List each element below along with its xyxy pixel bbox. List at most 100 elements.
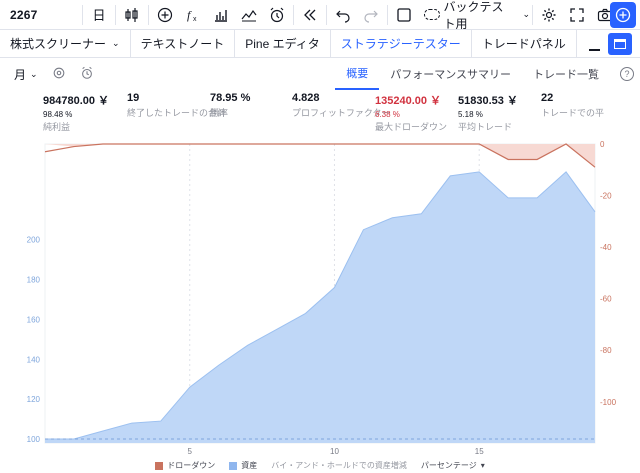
cloud-icon bbox=[424, 9, 440, 20]
legend-label: ドローダウン bbox=[167, 461, 216, 470]
tab-label: トレードパネル bbox=[481, 37, 566, 51]
stat-value: 135240.00 ￥ bbox=[375, 95, 442, 107]
bottom-panel-tabs: 株式スクリーナー ⌄ テキストノート Pine エディタ ストラテジーテスター … bbox=[0, 29, 640, 58]
square-icon[interactable] bbox=[390, 0, 418, 30]
legend-item-buy-hold[interactable]: バイ・アンド・ホールドでの資産増減 bbox=[271, 460, 407, 471]
divider bbox=[326, 4, 327, 25]
x-axis-tick: 10 bbox=[330, 447, 339, 456]
scale-label: パーセンテージ bbox=[420, 461, 477, 470]
layout-dropdown[interactable]: バックテスト用 ⌄ bbox=[418, 0, 530, 31]
stat-value: 984780.00 ￥ bbox=[43, 95, 110, 107]
divider bbox=[387, 4, 388, 25]
stat-percent: 5.18 % bbox=[458, 110, 483, 119]
divider bbox=[532, 4, 533, 25]
rewind-icon[interactable] bbox=[296, 0, 324, 30]
right-axis-tick: 0 bbox=[600, 140, 605, 149]
deep-backtest-icon[interactable] bbox=[80, 66, 94, 83]
stat-label: 純利益 bbox=[43, 122, 71, 132]
tab-trading-panel[interactable]: トレードパネル bbox=[472, 29, 577, 58]
right-axis-tick: -60 bbox=[600, 295, 612, 304]
svg-text:x: x bbox=[193, 16, 197, 23]
equity-chart[interactable]: 100 120 140 160 180 200 0 -20 -40 -60 -80 -100 5 10 15 bbox=[0, 138, 640, 458]
scale-selector[interactable]: パーセンテージ ▾ bbox=[421, 460, 485, 471]
left-axis-tick: 100 bbox=[27, 435, 41, 444]
divider bbox=[115, 4, 116, 25]
chart-legend: ドローダウン 資産 バイ・アンド・ホールドでの資産増減 パーセンテージ ▾ bbox=[0, 458, 640, 473]
fullscreen-icon[interactable] bbox=[563, 0, 591, 30]
x-axis-tick: 15 bbox=[475, 447, 484, 456]
stats-row: 984780.00 ￥ 98.48 % 純利益 19 終了したトレードの合計 7… bbox=[0, 92, 640, 136]
help-icon[interactable]: ? bbox=[620, 67, 634, 81]
stat-win-rate: 78.95 % 勝率 bbox=[210, 92, 250, 119]
stat-label: トレードでの平 bbox=[541, 108, 605, 118]
left-axis-tick: 120 bbox=[27, 395, 41, 404]
stat-label: 勝率 bbox=[210, 108, 229, 118]
interval-button[interactable]: 日 bbox=[85, 0, 113, 30]
right-axis-tick: -80 bbox=[600, 346, 612, 355]
stat-value: 22 bbox=[541, 92, 554, 104]
tab-trade-list[interactable]: トレード一覧 bbox=[522, 58, 610, 90]
stat-label: 平均トレード bbox=[458, 122, 513, 132]
tab-performance-summary[interactable]: パフォーマンスサマリー bbox=[379, 58, 522, 90]
tab-label: テキストノート bbox=[140, 37, 225, 51]
legend-swatch bbox=[155, 461, 164, 470]
period-label: 月 bbox=[14, 67, 27, 82]
stat-value: 78.95 % bbox=[210, 92, 251, 104]
legend-label: バイ・アンド・ホールドでの資産増減 bbox=[271, 461, 407, 470]
legend-swatch bbox=[229, 461, 238, 470]
svg-text:f: f bbox=[187, 8, 192, 22]
layout-label: バックテスト用 bbox=[443, 0, 504, 31]
symbol-label[interactable]: 2267 bbox=[0, 8, 80, 22]
legend-item-equity[interactable]: 資産 bbox=[229, 460, 257, 471]
right-axis-tick: -20 bbox=[600, 192, 612, 201]
stat-avg-bars: 22 トレードでの平 bbox=[541, 92, 640, 119]
stat-net-profit: 984780.00 ￥ 98.48 % 純利益 bbox=[43, 92, 109, 133]
tester-tabs: 概要 パフォーマンスサマリー トレード一覧 bbox=[335, 58, 610, 90]
tab-label: Pine エディタ bbox=[245, 37, 320, 51]
stat-percent: 98.48 % bbox=[43, 110, 73, 119]
divider bbox=[293, 4, 294, 25]
legend-label: 資産 bbox=[241, 461, 258, 470]
tab-label: 株式スクリーナー bbox=[10, 37, 107, 51]
left-axis-tick: 180 bbox=[27, 276, 41, 285]
stat-percent: 6.38 % bbox=[375, 110, 400, 119]
divider bbox=[148, 4, 149, 25]
settings-icon[interactable] bbox=[52, 66, 66, 83]
divider bbox=[82, 4, 83, 25]
alarm-icon[interactable] bbox=[263, 0, 291, 30]
chevron-down-icon: ⌄ bbox=[112, 38, 120, 48]
fx-icon[interactable]: fx bbox=[179, 0, 207, 30]
tab-strategy-tester[interactable]: ストラテジーテスター bbox=[331, 29, 472, 58]
stat-max-drawdown: 135240.00 ￥ 6.38 % 最大ドローダウン bbox=[375, 92, 447, 133]
maximize-icon[interactable] bbox=[608, 33, 632, 55]
left-axis-tick: 200 bbox=[27, 236, 41, 245]
right-axis-tick: -40 bbox=[600, 243, 612, 252]
stat-value: 51830.53 ￥ bbox=[458, 95, 518, 107]
redo-icon[interactable] bbox=[357, 0, 385, 30]
indicator-icon[interactable] bbox=[235, 0, 263, 30]
add-icon[interactable] bbox=[610, 2, 636, 28]
x-axis-tick: 5 bbox=[188, 447, 193, 456]
chevron-down-icon: ⌄ bbox=[522, 9, 530, 19]
gear-icon[interactable] bbox=[535, 0, 563, 30]
chart-bars-icon[interactable] bbox=[207, 0, 235, 30]
tab-stock-screener[interactable]: 株式スクリーナー ⌄ bbox=[0, 29, 131, 58]
minimize-icon[interactable] bbox=[586, 34, 602, 54]
bar-style-icon[interactable] bbox=[118, 0, 146, 30]
right-axis-tick: -100 bbox=[600, 398, 617, 407]
top-toolbar: 2267 日 fx バックテスト用 ⌄ bbox=[0, 0, 640, 31]
chevron-down-icon: ⌄ bbox=[30, 68, 38, 79]
strategy-tester-header: 月 ⌄ 概要 パフォーマンスサマリー トレード一覧 ? bbox=[0, 58, 640, 90]
plus-circle-icon[interactable] bbox=[151, 0, 179, 30]
undo-icon[interactable] bbox=[329, 0, 357, 30]
tab-label: ストラテジーテスター bbox=[340, 37, 461, 51]
tab-pine-editor[interactable]: Pine エディタ bbox=[235, 29, 331, 58]
tab-text-notes[interactable]: テキストノート bbox=[131, 29, 236, 58]
stat-avg-trade: 51830.53 ￥ 5.18 % 平均トレード bbox=[458, 92, 518, 133]
stat-label: 最大ドローダウン bbox=[375, 122, 448, 132]
period-dropdown[interactable]: 月 ⌄ bbox=[14, 66, 38, 83]
legend-item-drawdown[interactable]: ドローダウン bbox=[155, 460, 215, 471]
left-axis-tick: 140 bbox=[27, 355, 41, 364]
tab-overview[interactable]: 概要 bbox=[335, 58, 380, 90]
left-axis-tick: 160 bbox=[27, 315, 41, 324]
